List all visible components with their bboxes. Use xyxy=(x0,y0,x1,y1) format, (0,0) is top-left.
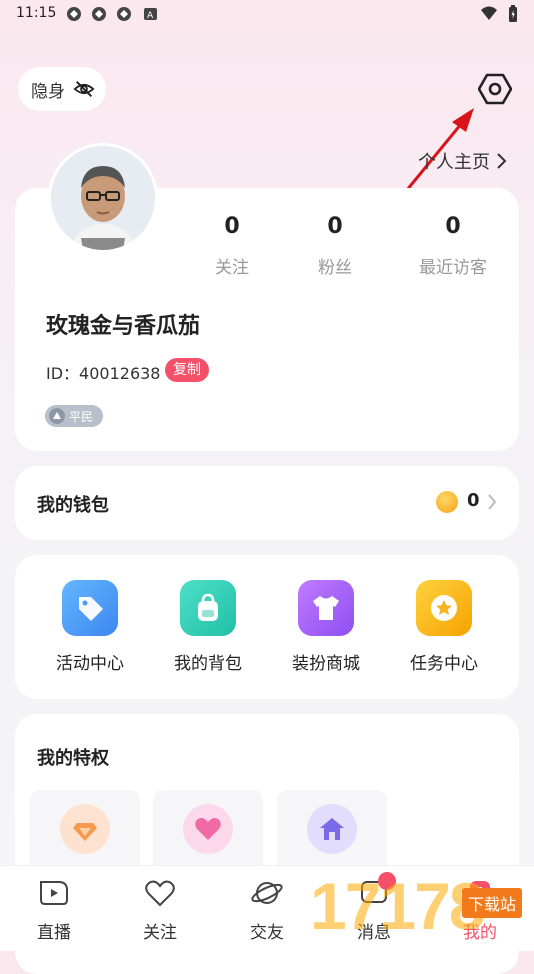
tab-follow[interactable]: 关注 xyxy=(120,878,200,943)
rank-label: 平民 xyxy=(69,409,94,424)
task-center-item[interactable]: 任务中心 xyxy=(389,580,499,674)
eye-off-icon xyxy=(73,80,95,98)
watermark-logo: 17178 xyxy=(310,869,486,943)
wallet-row[interactable]: 我的钱包 0 xyxy=(15,466,519,540)
tab-friends[interactable]: 交友 xyxy=(227,878,307,943)
settings-icon[interactable] xyxy=(478,72,512,106)
chevron-right-icon xyxy=(488,494,497,510)
wallet-title: 我的钱包 xyxy=(37,495,109,516)
stat-fans[interactable]: 0 粉丝 xyxy=(305,214,365,278)
house-icon xyxy=(307,804,357,854)
stat-value: 0 xyxy=(445,214,461,239)
feature-label: 我的背包 xyxy=(174,654,242,674)
avatar[interactable] xyxy=(48,143,158,253)
tab-label: 交友 xyxy=(250,923,284,943)
personal-homepage-link[interactable]: 个人主页 xyxy=(418,148,508,174)
feature-grid: 活动中心 我的背包 装扮商城 任务中心 xyxy=(15,555,519,699)
feature-label: 装扮商城 xyxy=(292,654,360,674)
activity-center-item[interactable]: 活动中心 xyxy=(35,580,145,674)
shirt-icon xyxy=(298,580,354,636)
live-icon xyxy=(40,881,68,905)
backpack-icon xyxy=(180,580,236,636)
stat-label: 粉丝 xyxy=(318,258,352,278)
watermark-badge: 下载站 xyxy=(462,888,523,918)
avatar-image xyxy=(51,146,155,250)
wifi-icon xyxy=(481,6,497,20)
dress-up-mall-item[interactable]: 装扮商城 xyxy=(271,580,381,674)
planet-icon xyxy=(251,882,283,904)
chevron-right-icon xyxy=(497,153,507,169)
feature-label: 任务中心 xyxy=(410,654,478,674)
stealth-toggle[interactable]: 隐身 xyxy=(18,67,106,111)
app-icon xyxy=(92,7,106,21)
privileges-title: 我的特权 xyxy=(37,748,109,769)
status-bar: 11:15 A xyxy=(0,0,534,28)
feature-label: 活动中心 xyxy=(56,654,124,674)
my-backpack-item[interactable]: 我的背包 xyxy=(153,580,263,674)
personal-homepage-label: 个人主页 xyxy=(418,152,490,173)
tab-live[interactable]: 直播 xyxy=(14,878,94,943)
stat-label: 关注 xyxy=(215,258,249,278)
diamond-icon xyxy=(60,804,110,854)
heart-icon xyxy=(183,804,233,854)
svg-text:A: A xyxy=(147,11,154,21)
tag-icon xyxy=(62,580,118,636)
user-nickname: 玫瑰金与香瓜茄 xyxy=(46,314,201,339)
a-icon: A xyxy=(144,8,157,21)
app-icon xyxy=(117,7,131,21)
stat-following[interactable]: 0 关注 xyxy=(202,214,262,278)
status-time: 11:15 xyxy=(16,5,57,21)
copy-id-button[interactable]: 复制 xyxy=(165,358,209,382)
rank-badge: 平民 xyxy=(45,405,103,427)
heart-outline-icon xyxy=(145,880,175,907)
stat-value: 0 xyxy=(224,214,240,239)
star-badge-icon xyxy=(416,580,472,636)
stealth-label: 隐身 xyxy=(31,81,65,102)
tab-label: 直播 xyxy=(37,923,71,943)
rank-icon xyxy=(49,408,65,424)
tab-label: 关注 xyxy=(143,923,177,943)
user-id: ID：40012638 xyxy=(46,364,161,383)
stat-value: 0 xyxy=(327,214,343,239)
coin-icon xyxy=(436,491,458,513)
stat-recent-visitors[interactable]: 0 最近访客 xyxy=(413,214,493,278)
app-icon xyxy=(67,7,81,21)
stat-label: 最近访客 xyxy=(419,258,487,278)
battery-icon xyxy=(509,5,517,22)
wallet-balance: 0 xyxy=(467,490,480,511)
